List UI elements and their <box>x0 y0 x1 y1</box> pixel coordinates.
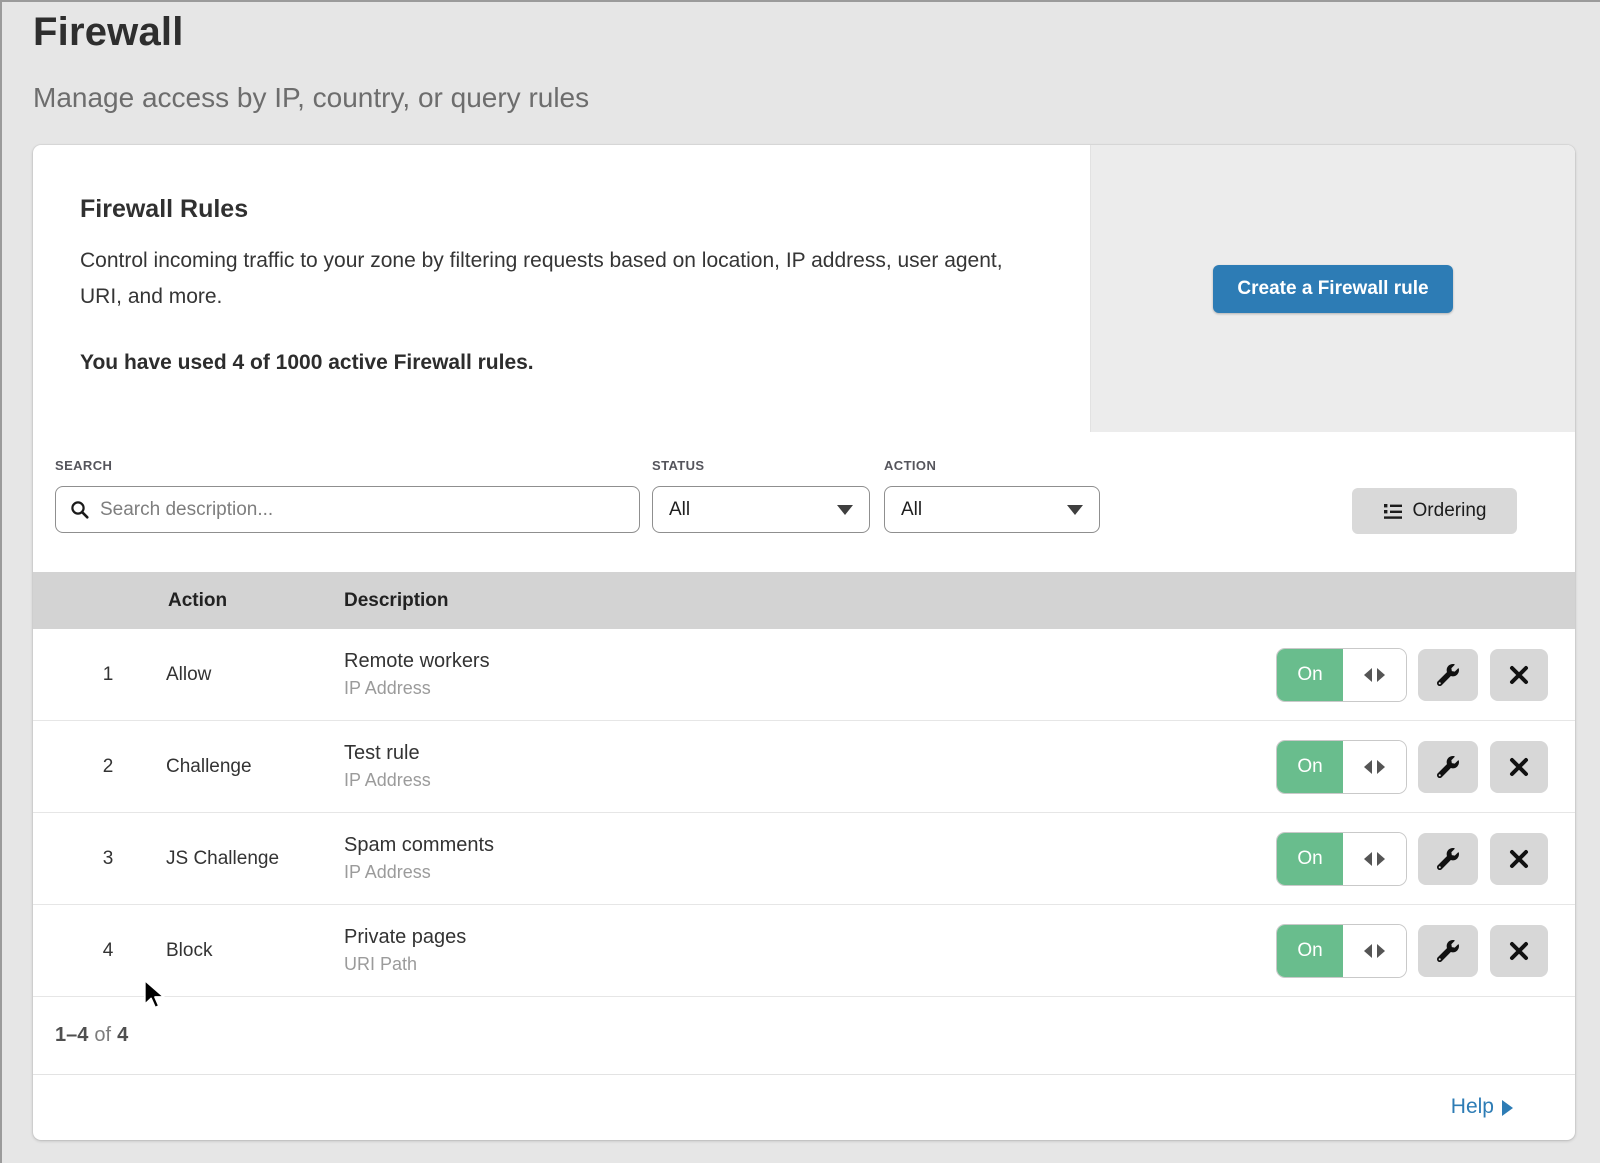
search-box[interactable] <box>55 486 640 533</box>
rule-match-type: IP Address <box>344 678 490 699</box>
page-title: Firewall <box>33 10 184 55</box>
table-row: 3 JS Challenge Spam comments IP Address … <box>33 813 1575 905</box>
pagination-total: 4 <box>117 1024 128 1047</box>
create-rule-panel: Create a Firewall rule <box>1090 145 1575 432</box>
table-header: Action Description <box>33 572 1575 629</box>
section-description: Control incoming traffic to your zone by… <box>80 243 1025 315</box>
create-firewall-rule-button[interactable]: Create a Firewall rule <box>1213 265 1452 313</box>
close-icon <box>1509 757 1529 777</box>
rule-description-cell: Spam comments IP Address <box>344 813 494 904</box>
help-link[interactable]: Help <box>1451 1095 1513 1119</box>
section-title: Firewall Rules <box>80 195 248 224</box>
firewall-page: Firewall Manage access by IP, country, o… <box>0 0 1600 1163</box>
rule-action: Allow <box>166 629 211 720</box>
table-row: 2 Challenge Test rule IP Address On <box>33 721 1575 813</box>
wrench-icon <box>1437 664 1459 686</box>
rule-enabled-toggle[interactable]: On <box>1277 649 1406 701</box>
action-select[interactable]: All <box>884 486 1100 533</box>
rule-priority: 2 <box>88 721 128 812</box>
help-link-label: Help <box>1451 1095 1494 1119</box>
rule-priority: 3 <box>88 813 128 904</box>
ordering-button[interactable]: Ordering <box>1352 488 1517 534</box>
edit-rule-button[interactable] <box>1418 649 1478 701</box>
chevron-down-icon <box>837 505 853 515</box>
status-select-value: All <box>669 499 690 521</box>
help-bar: Help <box>33 1075 1575 1139</box>
rule-enabled-toggle[interactable]: On <box>1277 833 1406 885</box>
action-label: ACTION <box>884 458 936 473</box>
close-icon <box>1509 849 1529 869</box>
pagination-range: 1–4 <box>55 1024 88 1047</box>
chevron-down-icon <box>1067 505 1083 515</box>
list-icon <box>1383 503 1403 520</box>
page-subtitle: Manage access by IP, country, or query r… <box>33 82 589 114</box>
delete-rule-button[interactable] <box>1490 741 1548 793</box>
ordering-button-label: Ordering <box>1413 500 1487 522</box>
edit-rule-button[interactable] <box>1418 833 1478 885</box>
column-header-action: Action <box>168 590 227 612</box>
close-icon <box>1509 665 1529 685</box>
usage-text: You have used 4 of 1000 active Firewall … <box>80 351 534 375</box>
rule-action: JS Challenge <box>166 813 279 904</box>
search-label: SEARCH <box>55 458 112 473</box>
toggle-on-label: On <box>1277 833 1343 885</box>
rule-action: Block <box>166 905 212 996</box>
rules-list: 1 Allow Remote workers IP Address On <box>33 629 1575 997</box>
rule-match-type: URI Path <box>344 954 466 975</box>
rule-enabled-toggle[interactable]: On <box>1277 741 1406 793</box>
wrench-icon <box>1437 756 1459 778</box>
wrench-icon <box>1437 848 1459 870</box>
firewall-rules-card: Firewall Rules Control incoming traffic … <box>33 145 1575 1140</box>
rule-priority: 1 <box>88 629 128 720</box>
rule-enabled-toggle[interactable]: On <box>1277 925 1406 977</box>
table-row: 4 Block Private pages URI Path On <box>33 905 1575 997</box>
rule-description: Private pages <box>344 926 466 949</box>
pagination-of: of <box>94 1024 111 1047</box>
rule-match-type: IP Address <box>344 770 431 791</box>
pagination-bar: 1–4 of 4 <box>33 997 1575 1075</box>
status-label: STATUS <box>652 458 704 473</box>
intro-section: Firewall Rules Control incoming traffic … <box>33 145 1575 432</box>
rule-priority: 4 <box>88 905 128 996</box>
rule-description-cell: Remote workers IP Address <box>344 629 490 720</box>
delete-rule-button[interactable] <box>1490 649 1548 701</box>
status-select[interactable]: All <box>652 486 870 533</box>
rule-description-cell: Test rule IP Address <box>344 721 431 812</box>
rule-description-cell: Private pages URI Path <box>344 905 466 996</box>
rule-action: Challenge <box>166 721 252 812</box>
left-right-arrows-icon[interactable] <box>1343 741 1406 793</box>
left-right-arrows-icon[interactable] <box>1343 649 1406 701</box>
left-right-arrows-icon[interactable] <box>1343 833 1406 885</box>
search-icon <box>70 500 90 520</box>
delete-rule-button[interactable] <box>1490 925 1548 977</box>
column-header-description: Description <box>344 590 449 612</box>
edit-rule-button[interactable] <box>1418 741 1478 793</box>
table-row: 1 Allow Remote workers IP Address On <box>33 629 1575 721</box>
toggle-on-label: On <box>1277 741 1343 793</box>
close-icon <box>1509 941 1529 961</box>
toggle-on-label: On <box>1277 649 1343 701</box>
rule-match-type: IP Address <box>344 862 494 883</box>
left-right-arrows-icon[interactable] <box>1343 925 1406 977</box>
wrench-icon <box>1437 940 1459 962</box>
toggle-on-label: On <box>1277 925 1343 977</box>
rule-description: Test rule <box>344 742 431 765</box>
chevron-right-icon <box>1502 1100 1513 1116</box>
search-input[interactable] <box>100 499 625 521</box>
delete-rule-button[interactable] <box>1490 833 1548 885</box>
rule-description: Remote workers <box>344 650 490 673</box>
action-select-value: All <box>901 499 922 521</box>
edit-rule-button[interactable] <box>1418 925 1478 977</box>
rule-description: Spam comments <box>344 834 494 857</box>
filters-bar: SEARCH STATUS All ACTION All <box>33 432 1575 572</box>
